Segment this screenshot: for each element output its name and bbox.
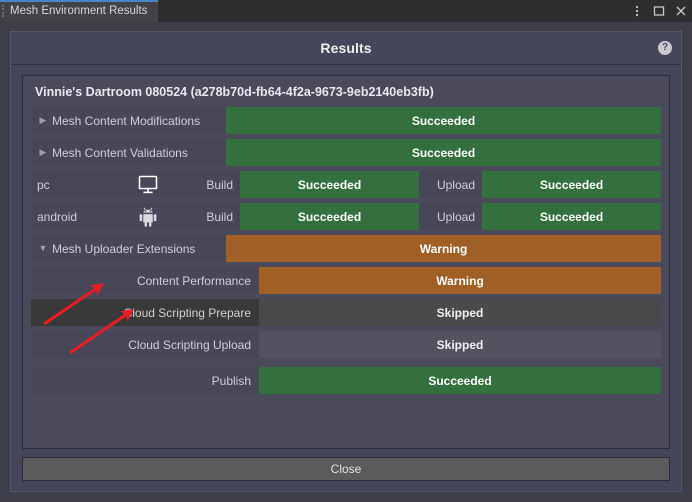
column-spacer: [419, 203, 429, 230]
more-options-icon[interactable]: [626, 0, 648, 22]
table-row[interactable]: ▶ Mesh Content Modifications Succeeded: [31, 107, 661, 134]
upload-status-badge[interactable]: Succeeded: [482, 203, 661, 230]
status-badge[interactable]: Skipped: [259, 331, 661, 358]
column-spacer: [419, 171, 429, 198]
page-title: Results: [320, 40, 372, 56]
row-label-text: Mesh Content Validations: [52, 145, 188, 160]
status-badge[interactable]: Succeeded: [226, 107, 661, 134]
build-status-badge[interactable]: Succeeded: [240, 171, 419, 198]
row-label-text: Mesh Content Modifications: [52, 113, 201, 128]
child-row-label: Cloud Scripting Prepare: [123, 305, 251, 320]
status-badge[interactable]: Skipped: [259, 299, 661, 326]
window-tab-bar: Mesh Environment Results: [0, 0, 692, 22]
row-label-text: Mesh Uploader Extensions: [52, 241, 196, 256]
status-badge[interactable]: Succeeded: [259, 367, 661, 394]
status-badge[interactable]: Warning: [259, 267, 661, 294]
table-row[interactable]: ▶ Mesh Content Validations Succeeded: [31, 139, 661, 166]
chevron-down-icon[interactable]: ▼: [37, 244, 49, 253]
maximize-icon[interactable]: [648, 0, 670, 22]
chevron-right-icon[interactable]: ▶: [37, 148, 49, 157]
tab-drag-handle[interactable]: [2, 5, 6, 17]
child-row-label: Cloud Scripting Upload: [128, 337, 251, 352]
monitor-icon: [109, 171, 187, 198]
results-dialog: Results ? Vinnie's Dartroom 080524 (a278…: [10, 31, 682, 492]
dialog-footer: Close: [11, 449, 681, 491]
group-row-label[interactable]: ▼ Mesh Uploader Extensions: [31, 235, 226, 262]
help-icon[interactable]: ?: [658, 41, 672, 55]
table-row[interactable]: ▼ Mesh Uploader Extensions Warning: [31, 235, 661, 262]
mesh-results-window: Mesh Environment Results Results ? Vinni…: [0, 0, 692, 502]
platform-name: pc: [37, 177, 50, 192]
close-icon[interactable]: [670, 0, 692, 22]
android-icon: [109, 203, 187, 230]
child-row-label: Content Performance: [136, 273, 251, 288]
status-badge[interactable]: Warning: [226, 235, 661, 262]
tab-label: Mesh Environment Results: [10, 5, 148, 17]
table-row[interactable]: android Build Succeeded Upload Succeeded: [31, 203, 661, 230]
close-button[interactable]: Close: [22, 457, 670, 481]
results-list-container: Vinnie's Dartroom 080524 (a278b70d-fb64-…: [22, 75, 670, 449]
group-row-label[interactable]: ▶ Mesh Content Validations: [31, 139, 226, 166]
table-row[interactable]: Publish Succeeded: [31, 367, 661, 394]
table-row[interactable]: Cloud Scripting Upload Skipped: [31, 331, 661, 358]
tab-mesh-environment-results[interactable]: Mesh Environment Results: [0, 0, 159, 22]
environment-subject-label: Vinnie's Dartroom 080524 (a278b70d-fb64-…: [23, 76, 669, 107]
upload-status-badge[interactable]: Succeeded: [482, 171, 661, 198]
group-row-label[interactable]: ▶ Mesh Content Modifications: [31, 107, 226, 134]
window-controls: [626, 0, 692, 22]
status-badge[interactable]: Succeeded: [226, 139, 661, 166]
table-row[interactable]: Content Performance Warning: [31, 267, 661, 294]
upload-step-label: Upload: [436, 209, 475, 224]
upload-step-label: Upload: [436, 177, 475, 192]
child-row-label: Publish: [211, 373, 251, 388]
dialog-header: Results ?: [11, 32, 681, 65]
build-status-badge[interactable]: Succeeded: [240, 203, 419, 230]
build-step-label: Build: [206, 177, 233, 192]
chevron-right-icon[interactable]: ▶: [37, 116, 49, 125]
table-row[interactable]: Cloud Scripting Prepare Skipped: [31, 299, 661, 326]
results-rows: ▶ Mesh Content Modifications Succeeded ▶ Mes…: [23, 107, 669, 394]
platform-name: android: [37, 209, 78, 224]
build-step-label: Build: [206, 209, 233, 224]
table-row[interactable]: pc Build Succeeded Upload Succeeded: [31, 171, 661, 198]
